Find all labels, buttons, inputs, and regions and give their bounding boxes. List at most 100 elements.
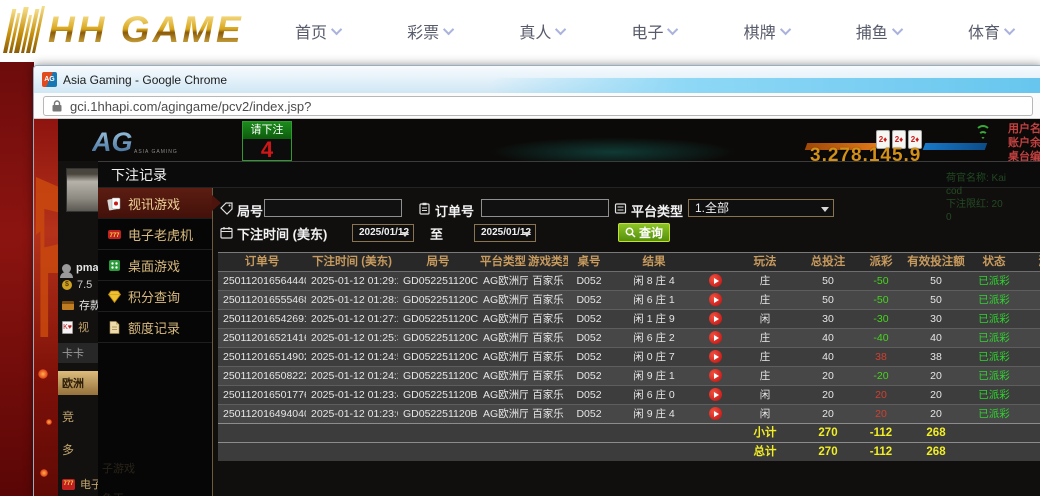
- replay-button[interactable]: [698, 291, 732, 309]
- menu-item-europe[interactable]: 欧洲: [58, 371, 99, 395]
- replay-button[interactable]: [698, 272, 732, 290]
- table-row: 250112016564440 2025-01-12 01:29:24 GD05…: [218, 272, 1040, 290]
- play-icon: [709, 293, 722, 306]
- replay-button[interactable]: [698, 310, 732, 328]
- nav-item-lottery[interactable]: 彩票: [407, 19, 454, 43]
- promo-glyph: [36, 177, 58, 337]
- nav-item-boardgames[interactable]: 棋牌: [744, 19, 791, 43]
- address-bar[interactable]: gci.1hhapi.com/agingame/pcv2/index.jsp?: [43, 96, 1033, 116]
- site-logo[interactable]: HH GAME: [8, 6, 244, 53]
- spark: [38, 369, 48, 379]
- nav-item-fishing[interactable]: 捕鱼: [856, 19, 903, 43]
- cell-status: 已派彩: [968, 405, 1020, 423]
- cell-game-detail: [1020, 386, 1040, 404]
- grand-total-payout: -112: [858, 443, 904, 461]
- sidebar-item-table-games[interactable]: 桌面游戏: [98, 250, 212, 281]
- table-row: 250112016501776 2025-01-12 01:23:41 GD05…: [218, 385, 1040, 404]
- table-row: 250112016542691 2025-01-12 01:27:27 GD05…: [218, 309, 1040, 328]
- cell-total-bet: 40: [798, 348, 858, 366]
- replay-button[interactable]: [698, 348, 732, 366]
- svg-text:777: 777: [109, 233, 120, 239]
- promo-background-strip: [0, 62, 34, 496]
- panel-title: 下注记录: [98, 162, 1040, 188]
- search-button[interactable]: 查询: [618, 223, 670, 242]
- cell-status: 已派彩: [968, 348, 1020, 366]
- cell-game-type: 百家乐: [528, 291, 568, 309]
- menu-item-jing[interactable]: 竞: [58, 408, 99, 425]
- nav-item-home[interactable]: 首页: [295, 19, 342, 43]
- cell-status: 已派彩: [968, 367, 1020, 385]
- account-info: 用户名称: pma 账户余额: 7.5 桌台编号: 百家: [1008, 122, 1040, 164]
- screen: HH GAME 首页 彩票 真人 电子 棋牌 捕鱼 体育 AG Asia Gam…: [0, 0, 1040, 496]
- grand-total-total: 270: [798, 443, 858, 461]
- menu-item-kaka[interactable]: 卡卡: [58, 343, 99, 363]
- order-input[interactable]: [481, 199, 609, 217]
- tag-icon: [220, 202, 233, 215]
- cell-payout: -40: [858, 329, 904, 347]
- cell-result: 闲 9 庄 4: [610, 405, 698, 423]
- cell-valid-bet: 40: [904, 329, 968, 347]
- replay-button[interactable]: [698, 367, 732, 385]
- cell-status: 已派彩: [968, 272, 1020, 290]
- cell-valid-bet: 50: [904, 272, 968, 290]
- slot-777-icon: 777: [62, 479, 75, 490]
- ag-promo-strip: [34, 119, 58, 496]
- cell-bet-type: 庄: [732, 367, 798, 385]
- platform-select[interactable]: 1.全部: [688, 199, 834, 217]
- deposit-button[interactable]: 存款: [58, 297, 99, 313]
- play-icon: [709, 407, 722, 420]
- ag-favicon-icon: AG: [42, 72, 57, 87]
- cell-status: 已派彩: [968, 291, 1020, 309]
- sidebar-item-live-games[interactable]: 视讯游戏: [98, 188, 212, 219]
- cell-game-detail: [1020, 272, 1040, 290]
- cell-payout: 20: [858, 386, 904, 404]
- subtotal-row: 小计 270 -112 268: [218, 423, 1040, 442]
- cell-game-detail: [1020, 405, 1040, 423]
- play-icon: [709, 369, 722, 382]
- cell-result: 闲 6 庄 2: [610, 329, 698, 347]
- cell-platform: AG欧洲厅: [478, 291, 528, 309]
- cell-table-number: D052: [568, 405, 610, 423]
- sidebar-username: pma: [58, 262, 99, 274]
- date-to-select[interactable]: 2025/01/12: [474, 224, 536, 242]
- video-menu-item[interactable]: K♥视: [58, 319, 99, 335]
- cell-round-number: GD052251120C1: [398, 348, 478, 366]
- date-from-select[interactable]: 2025/01/12: [352, 224, 414, 242]
- cell-game-detail: [1020, 310, 1040, 328]
- cell-bet-time: 2025-01-12 01:23:01: [306, 405, 398, 423]
- replay-button[interactable]: [698, 405, 732, 423]
- ag-logo: AG: [92, 127, 133, 158]
- chevron-down-icon: [443, 24, 454, 35]
- col-table-no: 桌号: [568, 253, 610, 271]
- menu-item-duo[interactable]: 多: [58, 441, 99, 458]
- round-input[interactable]: [264, 199, 402, 217]
- sidebar-item-credit-records[interactable]: 额度记录: [98, 312, 212, 343]
- sidebar-item-points-query[interactable]: 积分查询: [98, 281, 212, 312]
- cell-round-number: GD052251120BZ: [398, 386, 478, 404]
- search-icon: [625, 227, 636, 238]
- subtotal-total: 270: [798, 424, 858, 442]
- site-navbar: HH GAME 首页 彩票 真人 电子 棋牌 捕鱼 体育: [0, 0, 1040, 62]
- nav-item-sports[interactable]: 体育: [968, 19, 1015, 43]
- address-bar-row: gci.1hhapi.com/agingame/pcv2/index.jsp?: [34, 93, 1040, 119]
- col-platform: 平台类型: [478, 253, 528, 271]
- table-body: 250112016564440 2025-01-12 01:29:24 GD05…: [218, 272, 1040, 423]
- play-icon: [709, 331, 722, 344]
- nav-item-slots[interactable]: 电子: [631, 19, 678, 43]
- cards-icon: K♥: [62, 321, 73, 334]
- nav-item-live[interactable]: 真人: [519, 19, 566, 43]
- cell-round-number: GD052251120C8: [398, 272, 478, 290]
- replay-button[interactable]: [698, 386, 732, 404]
- sidebar-item-slot-machines[interactable]: 777 电子老虎机: [98, 219, 212, 250]
- menu-item-slots[interactable]: 777电子: [58, 476, 99, 492]
- cell-game-type: 百家乐: [528, 348, 568, 366]
- window-titlebar[interactable]: AG Asia Gaming - Google Chrome: [34, 66, 1040, 93]
- avatar: [66, 168, 99, 212]
- replay-button[interactable]: [698, 329, 732, 347]
- cell-status: 已派彩: [968, 386, 1020, 404]
- cell-game-type: 百家乐: [528, 405, 568, 423]
- cell-table-number: D052: [568, 386, 610, 404]
- cell-order-number: 250112016501776: [218, 386, 306, 404]
- site-logo-text: HH GAME: [48, 9, 244, 51]
- col-game: 游戏: [1020, 253, 1040, 271]
